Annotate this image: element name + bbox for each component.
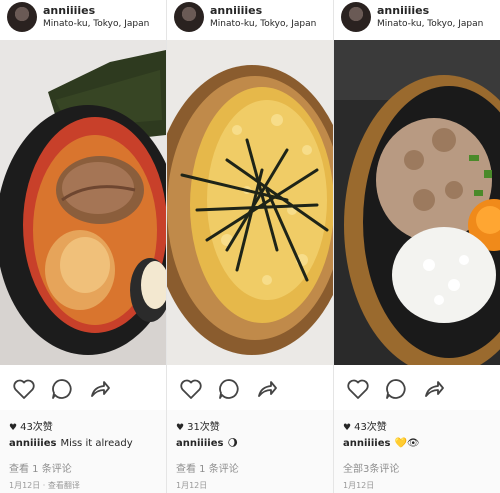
view-comments-link[interactable]: 查看 1 条评论 <box>9 460 72 475</box>
view-comments-link[interactable]: 查看 1 条评论 <box>176 460 239 475</box>
comment-icon[interactable] <box>384 377 408 401</box>
username[interactable]: anniiiies <box>43 4 95 17</box>
post-card-1: anniiiies Minato-ku, Tokyo, Japan ♥ 43次赞… <box>0 0 166 493</box>
location[interactable]: Minato-ku, Tokyo, Japan <box>43 19 149 29</box>
location[interactable]: Minato-ku, Tokyo, Japan <box>377 19 483 29</box>
share-icon[interactable] <box>88 377 112 401</box>
post-photo[interactable] <box>167 40 333 365</box>
like-count-text: 43次赞 <box>20 422 53 433</box>
caption-text: Miss it already <box>60 438 133 449</box>
avatar[interactable] <box>7 2 37 32</box>
caption-username[interactable]: anniiiies <box>343 438 390 449</box>
caption-text: 🌖 <box>227 438 238 449</box>
heart-small-icon: ♥ <box>343 423 352 433</box>
caption: anniiiies 💛👁 <box>343 438 420 449</box>
heart-small-icon: ♥ <box>176 423 185 433</box>
caption-username[interactable]: anniiiies <box>176 438 223 449</box>
heart-icon[interactable] <box>179 377 203 401</box>
post-photo[interactable] <box>334 40 500 365</box>
comment-icon[interactable] <box>217 377 241 401</box>
post-header: anniiiies Minato-ku, Tokyo, Japan <box>334 0 500 40</box>
like-count-text: 31次赞 <box>187 422 220 433</box>
post-date: 1月12日 <box>343 481 375 490</box>
heart-icon[interactable] <box>346 377 370 401</box>
caption-text: 💛👁 <box>394 438 420 449</box>
like-count[interactable]: ♥ 43次赞 <box>9 418 53 433</box>
avatar[interactable] <box>174 2 204 32</box>
post-date: 1月12日 <box>176 481 208 490</box>
post-header: anniiiies Minato-ku, Tokyo, Japan <box>0 0 166 40</box>
heart-small-icon: ♥ <box>9 423 18 433</box>
caption-username[interactable]: anniiiies <box>9 438 56 449</box>
post-card-3: anniiiies Minato-ku, Tokyo, Japan ♥ 43次赞 … <box>334 0 500 493</box>
post-photo[interactable] <box>0 40 166 365</box>
share-icon[interactable] <box>422 377 446 401</box>
share-icon[interactable] <box>255 377 279 401</box>
post-date: 1月12日 · 查看翻译 <box>9 481 80 490</box>
comment-icon[interactable] <box>50 377 74 401</box>
heart-icon[interactable] <box>12 377 36 401</box>
action-bar <box>0 365 166 410</box>
caption: anniiiies 🌖 <box>176 438 238 449</box>
like-count[interactable]: ♥ 43次赞 <box>343 418 387 433</box>
view-comments-link[interactable]: 全部3条评论 <box>343 460 399 475</box>
username[interactable]: anniiiies <box>377 4 429 17</box>
post-card-2: anniiiies Minato-ku, Tokyo, Japan ♥ 31次赞… <box>167 0 333 493</box>
post-header: anniiiies Minato-ku, Tokyo, Japan <box>167 0 333 40</box>
like-count-text: 43次赞 <box>354 422 387 433</box>
avatar[interactable] <box>341 2 371 32</box>
location[interactable]: Minato-ku, Tokyo, Japan <box>210 19 316 29</box>
caption: anniiiies Miss it already <box>9 438 133 449</box>
like-count[interactable]: ♥ 31次赞 <box>176 418 220 433</box>
action-bar <box>334 365 500 410</box>
username[interactable]: anniiiies <box>210 4 262 17</box>
action-bar <box>167 365 333 410</box>
